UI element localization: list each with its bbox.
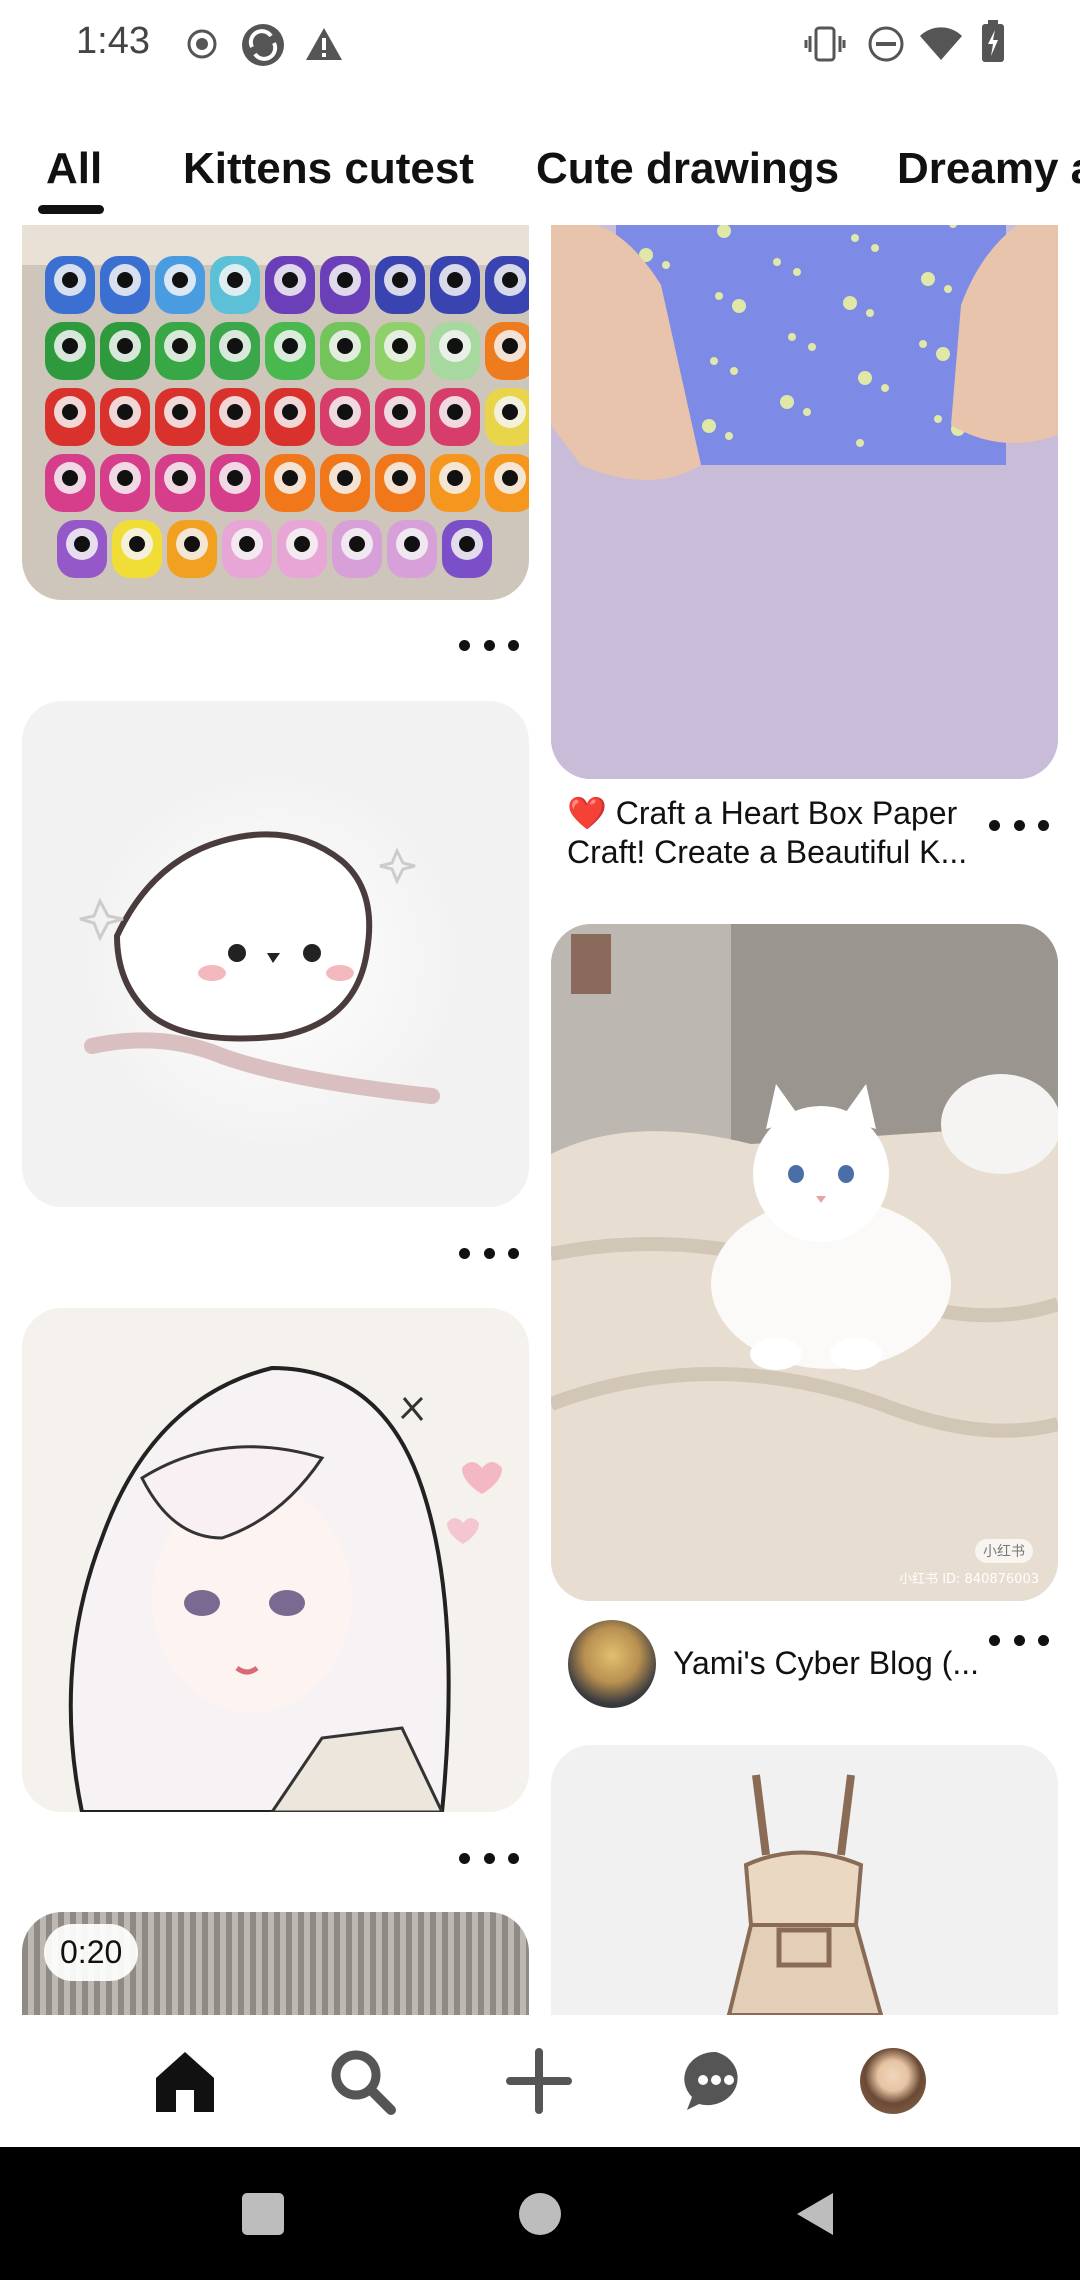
pin-image-anime-girl[interactable] xyxy=(22,1308,529,1812)
do-not-disturb-icon xyxy=(868,26,904,62)
home-icon xyxy=(156,2052,214,2112)
home-system-button[interactable] xyxy=(519,2193,561,2235)
nav-profile-button[interactable] xyxy=(853,2041,933,2121)
status-bar: 1:43 xyxy=(0,0,1080,90)
board-name[interactable]: Yami's Cyber Blog (... xyxy=(673,1645,979,1682)
back-button[interactable] xyxy=(795,2191,835,2237)
board-avatar[interactable] xyxy=(568,1620,656,1708)
search-icon xyxy=(331,2050,396,2115)
pin-more-button[interactable] xyxy=(989,1625,1049,1655)
pin-more-button[interactable] xyxy=(459,630,519,660)
pin-image-craft-punches[interactable] xyxy=(22,225,529,600)
pin-image-chick-drawing[interactable] xyxy=(22,701,529,1207)
battery-icon xyxy=(982,20,1004,62)
nav-home-button[interactable] xyxy=(145,2041,225,2121)
sync-icon xyxy=(242,24,284,66)
watermark-text: 小红书 ID: 840876003 xyxy=(899,1571,1039,1587)
vibrate-icon xyxy=(804,26,846,62)
record-icon xyxy=(187,29,217,59)
pin-feed[interactable]: 0:20 ❤️ Craft a Heart Box Paper Craft! C… xyxy=(0,225,1080,2015)
pin-image-white-cat[interactable]: 小红书 小红书 ID: 840876003 xyxy=(551,924,1058,1601)
pin-image-paper-craft[interactable] xyxy=(551,225,1058,779)
tab-all[interactable]: All xyxy=(46,144,102,194)
video-duration-badge: 0:20 xyxy=(44,1924,139,1981)
status-time: 1:43 xyxy=(76,20,150,62)
nav-messages-button[interactable] xyxy=(676,2041,756,2121)
pin-image-dress-sketch[interactable] xyxy=(551,1745,1058,2015)
tab-active-indicator xyxy=(38,205,104,214)
profile-avatar-icon xyxy=(860,2048,926,2114)
wifi-icon xyxy=(920,27,962,60)
pin-more-button[interactable] xyxy=(459,1238,519,1268)
pin-title[interactable]: ❤️ Craft a Heart Box Paper Craft! Create… xyxy=(567,794,987,872)
tab-kittens-cutest[interactable]: Kittens cutest xyxy=(183,144,474,194)
pin-video[interactable]: 0:20 xyxy=(22,1912,529,2015)
watermark-logo-text: 小红书 xyxy=(983,1544,1025,1560)
nav-create-button[interactable] xyxy=(499,2041,579,2121)
warning-icon xyxy=(306,28,342,60)
nav-search-button[interactable] xyxy=(322,2041,402,2121)
tab-dreamy[interactable]: Dreamy a xyxy=(897,144,1080,194)
pin-more-button[interactable] xyxy=(459,1843,519,1873)
bottom-navigation xyxy=(0,2015,1080,2147)
category-tabs: All Kittens cutest Cute drawings Dreamy … xyxy=(0,130,1080,225)
pin-more-button[interactable] xyxy=(989,810,1049,840)
recent-apps-button[interactable] xyxy=(242,2193,284,2235)
tab-cute-drawings[interactable]: Cute drawings xyxy=(536,144,839,194)
plus-icon xyxy=(506,2048,572,2114)
chat-icon xyxy=(684,2051,738,2110)
system-navigation-bar xyxy=(0,2147,1080,2280)
